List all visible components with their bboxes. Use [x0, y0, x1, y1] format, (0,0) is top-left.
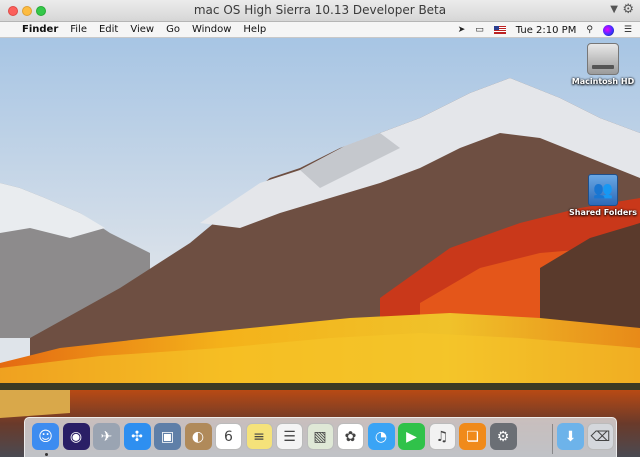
menu-help[interactable]: Help [243, 24, 266, 35]
status-area: ➤ ▭ Tue 2:10 PM ⚲ ☰ [458, 22, 632, 38]
search-icon[interactable]: ⚲ [586, 25, 593, 35]
itunes-icon[interactable]: ♫ [428, 423, 456, 450]
menu-window[interactable]: Window [192, 24, 231, 35]
desktop-icon-label: Macintosh HD [571, 77, 635, 86]
chevron-down-icon[interactable]: ▼ [610, 4, 618, 15]
reminders-icon[interactable]: ☰ [276, 423, 303, 450]
trash-icon[interactable]: ⌫ [587, 423, 614, 450]
siri-icon[interactable]: ◉ [62, 423, 90, 450]
desktop-icon-shared-folders[interactable]: 👥 Shared Folders [568, 174, 638, 217]
photo-browser-icon[interactable]: ▣ [154, 423, 181, 450]
menu-finder[interactable]: Finder [22, 24, 58, 35]
menu-bar: Finder File Edit View Go Window Help ➤ ▭… [0, 22, 640, 38]
photos-icon[interactable]: ✿ [337, 423, 364, 450]
notes-icon[interactable]: ≡ [245, 423, 273, 450]
screen-mirroring-icon[interactable]: ▭ [475, 25, 484, 35]
ibooks-icon[interactable]: ❏ [459, 423, 486, 450]
menu-file[interactable]: File [70, 24, 87, 35]
flag-icon[interactable] [493, 26, 506, 34]
menu-go[interactable]: Go [166, 24, 180, 35]
dock: ☺ ◉ ✈ ✣ ▣ ◐ 6 ≡ ☰ ▧ ✿ ◔ ▶ ♫ ❏ ⚙ ⬇ ⌫ [24, 417, 617, 457]
safari-icon[interactable]: ✣ [123, 423, 151, 450]
preview-icon[interactable]: ▧ [306, 423, 334, 450]
calendar-icon[interactable]: 6 [215, 423, 242, 450]
window-titlebar: mac OS High Sierra 10.13 Developer Beta … [0, 0, 640, 22]
hard-drive-icon [587, 43, 619, 75]
siri-icon[interactable] [602, 24, 614, 36]
desktop-icon-label: Shared Folders [569, 208, 637, 217]
menu-view[interactable]: View [130, 24, 154, 35]
wallpaper [0, 38, 640, 457]
facetime-icon[interactable]: ▶ [398, 423, 425, 450]
menu-list-icon[interactable]: ☰ [624, 25, 632, 35]
shared-folder-icon: 👥 [588, 174, 618, 206]
desktop[interactable]: Macintosh HD 👥 Shared Folders [0, 38, 640, 457]
dock-separator [552, 424, 553, 454]
window-title: mac OS High Sierra 10.13 Developer Beta [193, 3, 447, 17]
downloads-folder-icon[interactable]: ⬇ [557, 423, 584, 450]
location-icon[interactable]: ➤ [458, 25, 466, 35]
launchpad-icon[interactable]: ✈ [93, 423, 120, 450]
gear-icon[interactable]: ⚙ [622, 2, 634, 17]
finder-icon[interactable]: ☺ [32, 423, 59, 450]
contacts-icon[interactable]: ◐ [184, 423, 212, 450]
running-indicator [45, 453, 48, 456]
menu-clock[interactable]: Tue 2:10 PM [516, 25, 577, 36]
desktop-icon-macintosh-hd[interactable]: Macintosh HD [568, 43, 638, 86]
menu-edit[interactable]: Edit [99, 24, 118, 35]
messages-icon[interactable]: ◔ [367, 423, 395, 450]
system-preferences-icon[interactable]: ⚙ [489, 423, 517, 450]
